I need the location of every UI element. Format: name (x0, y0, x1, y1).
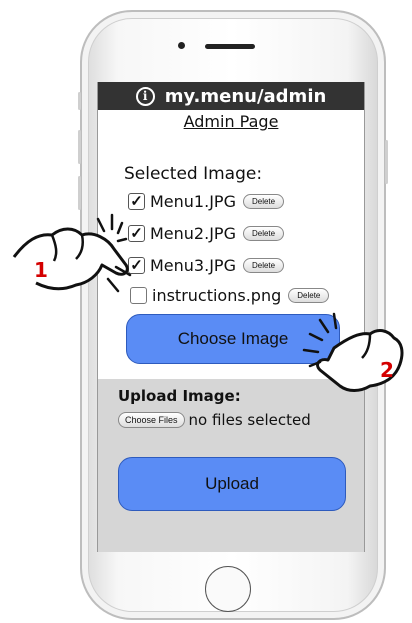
file-status-text: no files selected (188, 411, 311, 429)
step-1-marker: 1 (34, 258, 48, 282)
info-icon[interactable]: i (135, 86, 155, 106)
admin-page-link[interactable]: Admin Page (184, 112, 279, 131)
file-name: instructions.png (152, 285, 282, 305)
delete-button[interactable]: Delete (242, 225, 285, 241)
app-title: my.menu/admin (164, 85, 327, 107)
pointing-hand-icon (12, 213, 132, 293)
file-name: Menu3.JPG (150, 255, 236, 275)
home-button[interactable] (205, 566, 251, 612)
choose-files-button[interactable]: Choose Files (118, 412, 185, 428)
image-row-menu1: ✓ Menu1.JPG Delete (128, 190, 285, 212)
admin-page-heading: Admin Page (98, 112, 364, 131)
camera-icon (178, 42, 185, 49)
file-picker-row: Choose Files no files selected (118, 411, 311, 429)
image-row-instructions: instructions.png Delete (130, 284, 330, 306)
speaker-grille (205, 44, 255, 49)
image-row-menu3: ✓ Menu3.JPG Delete (128, 254, 285, 276)
upload-image-title: Upload Image: (118, 387, 241, 405)
delete-button[interactable]: Delete (288, 287, 330, 303)
selected-image-label: Selected Image: (124, 164, 263, 184)
delete-button[interactable]: Delete (242, 257, 285, 273)
power-button (385, 140, 388, 184)
title-bar: i my.menu/admin (98, 82, 364, 110)
step-2-marker: 2 (380, 358, 394, 382)
image-row-menu2: ✓ Menu2.JPG Delete (128, 222, 285, 244)
upload-button[interactable]: Upload (118, 457, 346, 511)
file-name: Menu1.JPG (150, 191, 236, 211)
volume-up-button (78, 130, 81, 164)
mute-switch (78, 92, 81, 110)
file-name: Menu2.JPG (150, 223, 236, 243)
delete-button[interactable]: Delete (242, 193, 285, 209)
